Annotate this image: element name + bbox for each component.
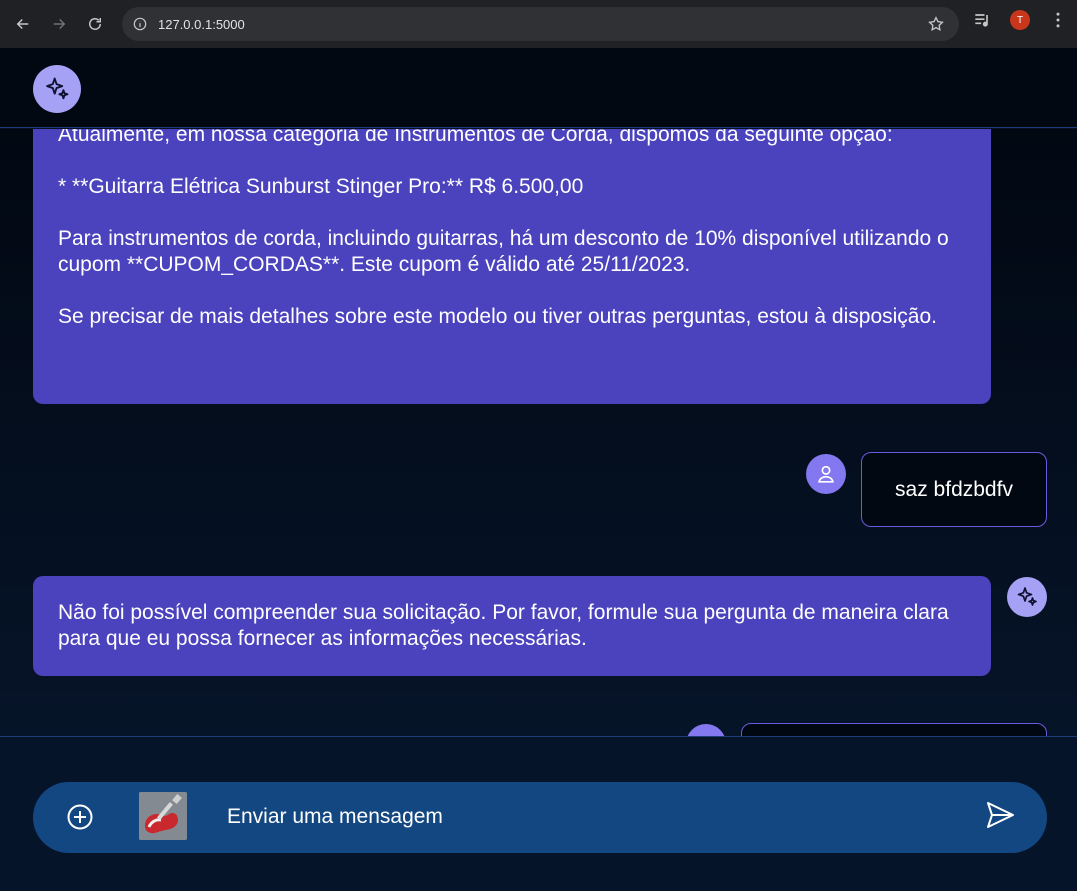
assistant-logo (33, 65, 81, 113)
guitar-thumbnail-icon (139, 792, 187, 840)
browser-toolbar: 127.0.0.1:5000 T (0, 0, 1077, 48)
arrow-right-icon (53, 18, 66, 30)
user-message (741, 723, 1047, 736)
send-icon[interactable] (984, 799, 1016, 831)
message-input[interactable] (227, 800, 947, 834)
forward-button[interactable] (41, 6, 77, 42)
url-text: 127.0.0.1:5000 (158, 16, 245, 32)
bookmark-star-icon[interactable] (927, 15, 945, 33)
assistant-message: Atualmente, em nossa categoria de Instru… (33, 129, 991, 404)
user-avatar (686, 724, 726, 736)
assistant-avatar (1007, 577, 1047, 617)
reload-icon (89, 18, 101, 30)
media-control-icon[interactable] (972, 10, 992, 30)
kebab-menu-icon[interactable] (1048, 10, 1068, 30)
profile-avatar[interactable]: T (1010, 10, 1030, 30)
user-message-text: saz bfdzbdfv (895, 477, 1013, 501)
add-attachment-icon[interactable] (66, 803, 94, 831)
message-composer (33, 782, 1047, 853)
arrow-left-icon (16, 18, 29, 30)
site-info-icon[interactable] (133, 17, 147, 31)
sparkles-icon (1017, 587, 1037, 606)
user-message: saz bfdzbdfv (861, 452, 1047, 527)
assistant-message-text: Atualmente, em nossa categoria de Instru… (58, 129, 949, 328)
sparkles-icon (46, 77, 69, 100)
app-header (0, 48, 1077, 128)
assistant-message-text: Não foi possível compreender sua solicit… (58, 601, 955, 650)
composer-area (0, 736, 1077, 891)
back-button[interactable] (5, 6, 41, 42)
assistant-message: Não foi possível compreender sua solicit… (33, 576, 991, 676)
reload-button[interactable] (77, 6, 113, 42)
address-bar[interactable]: 127.0.0.1:5000 (122, 7, 959, 41)
user-avatar (806, 454, 846, 494)
user-icon (818, 465, 834, 483)
chat-history[interactable]: Atualmente, em nossa categoria de Instru… (0, 129, 1077, 736)
attached-image-thumbnail[interactable] (139, 792, 187, 840)
